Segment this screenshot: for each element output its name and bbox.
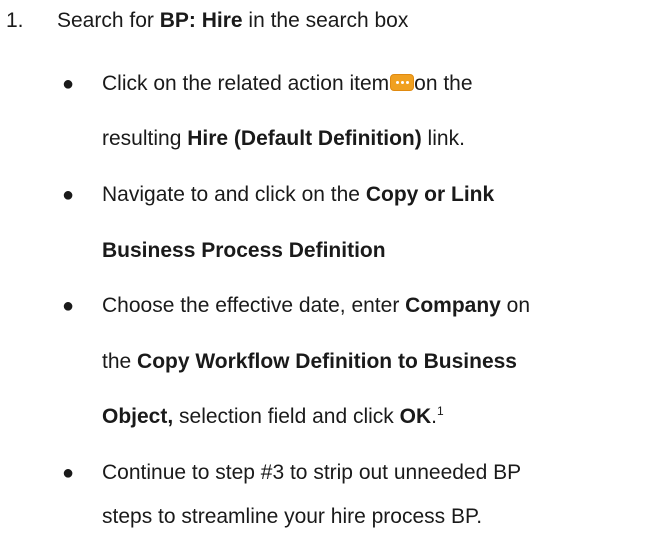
step-text-post: in the search box — [242, 9, 409, 32]
bullet-text-bold: Object, — [102, 405, 174, 428]
bullet-text: resulting — [102, 127, 188, 150]
bullet-text-bold: Company — [405, 294, 501, 317]
bullet-text: Continue to step #3 to strip out unneede… — [102, 461, 522, 484]
bullet-marker: ● — [62, 184, 75, 206]
step-number: 1. — [6, 9, 24, 32]
bullet-text: on the — [414, 72, 473, 95]
bullet-line: Choose the effective date, enter Company… — [102, 293, 530, 319]
more-actions-icon — [390, 74, 415, 91]
bullet-text: steps to streamline your hire process BP… — [102, 505, 483, 528]
bullet-marker: ● — [62, 73, 75, 95]
footnote-marker: 1 — [436, 404, 444, 418]
bullet-text: link. — [421, 127, 465, 150]
bullet-line: resulting Hire (Default Definition) link… — [102, 126, 465, 152]
bullet-text-bold: Business Process Definition — [102, 239, 386, 262]
bullet-text: Choose the effective date, enter — [102, 294, 406, 317]
bullet-text: Navigate to and click on the — [102, 183, 366, 206]
step-text-bold: BP: Hire — [159, 9, 243, 32]
bullet-line: Business Process Definition — [102, 238, 386, 264]
bullet-line: Continue to step #3 to strip out unneede… — [102, 460, 521, 486]
bullet-marker: ● — [62, 295, 75, 317]
bullet-text: on — [500, 294, 531, 317]
bullet-text: selection field and click — [173, 405, 400, 428]
bullet-line: steps to streamline your hire process BP… — [102, 504, 482, 530]
bullet-text: Click on the related action item — [102, 72, 390, 95]
bullet-line: the Copy Workflow Definition to Business — [102, 349, 517, 375]
bullet-text: the — [102, 350, 138, 373]
bullet-text-bold: Copy Workflow Definition to Business — [137, 350, 517, 373]
bullet-marker: ● — [62, 462, 75, 484]
bullet-line: Navigate to and click on the Copy or Lin… — [102, 182, 494, 208]
bullet-text-bold: OK — [399, 405, 432, 428]
step-instruction: Search for BP: Hire in the search box — [57, 8, 408, 34]
bullet-text-bold: Hire (Default Definition) — [187, 127, 422, 150]
bullet-text-bold: Copy or Link — [365, 183, 495, 206]
bullet-line: Click on the related action item on the — [102, 71, 473, 97]
bullet-line: Object, selection field and click OK.1 — [102, 404, 444, 430]
step-text-pre: Search for — [57, 9, 160, 32]
